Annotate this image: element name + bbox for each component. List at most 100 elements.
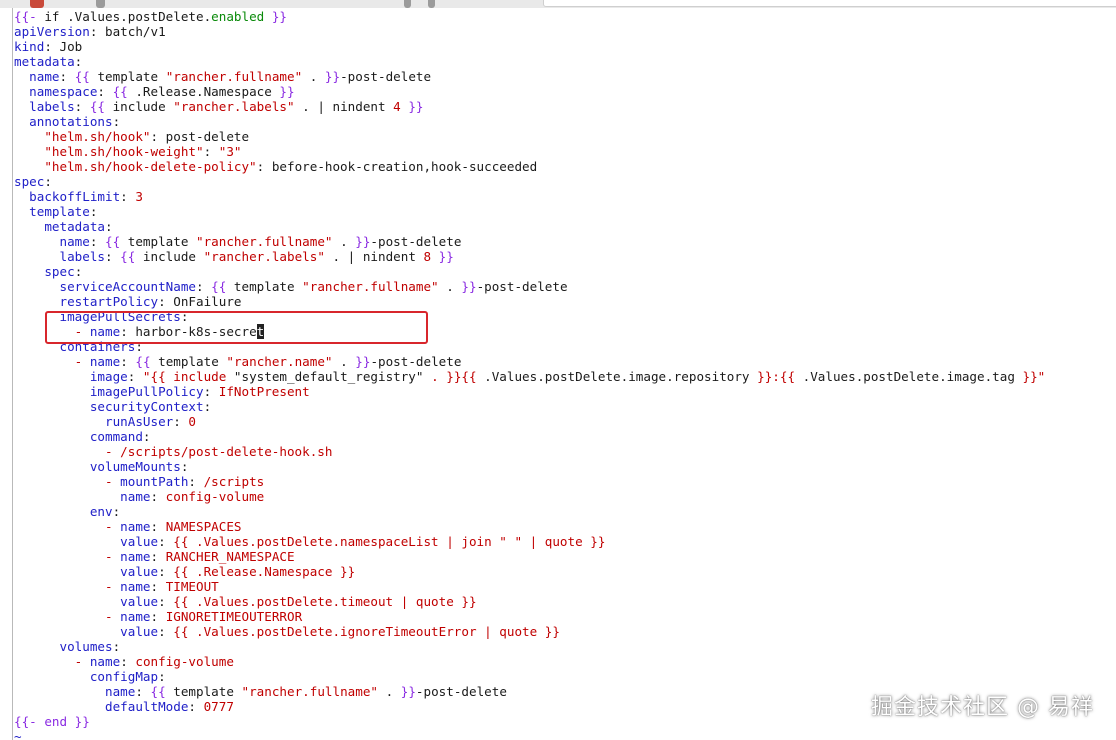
code-line[interactable]: template: (14, 204, 1114, 219)
code-line[interactable]: - name: TIMEOUT (14, 579, 1114, 594)
code-token: metadata (44, 219, 106, 234)
code-token: : (135, 684, 151, 699)
code-token: value (120, 594, 159, 609)
code-token: - (74, 654, 90, 669)
code-line[interactable]: - name: RANCHER_NAMESPACE (14, 549, 1114, 564)
code-token: }} (324, 69, 341, 84)
code-line[interactable]: volumes: (14, 639, 1114, 654)
code-line[interactable]: - name: NAMESPACES (14, 519, 1114, 534)
code-line[interactable]: spec: (14, 264, 1114, 279)
code-line[interactable]: securityContext: (14, 399, 1114, 414)
code-line[interactable]: - name: {{ template "rancher.name" . }}-… (14, 354, 1114, 369)
code-line[interactable]: - name: config-volume (14, 654, 1114, 669)
code-line[interactable]: - name: harbor-k8s-secret (14, 324, 1114, 339)
code-line[interactable]: value: {{ .Values.postDelete.namespaceLi… (14, 534, 1114, 549)
code-token: : (203, 399, 212, 414)
code-line[interactable]: value: {{ .Release.Namespace }} (14, 564, 1114, 579)
code-token: : (112, 639, 121, 654)
code-token: : (150, 579, 166, 594)
code-line[interactable]: namespace: {{ .Release.Namespace }} (14, 84, 1114, 99)
code-line[interactable]: - /scripts/post-delete-hook.sh (14, 444, 1114, 459)
code-line[interactable]: serviceAccountName: {{ template "rancher… (14, 279, 1114, 294)
code-line[interactable]: annotations: (14, 114, 1114, 129)
code-token: NAMESPACES (165, 519, 242, 534)
code-token: template (120, 234, 197, 249)
code-line[interactable]: runAsUser: 0 (14, 414, 1114, 429)
code-token: : (150, 549, 166, 564)
code-token: serviceAccountName (59, 279, 196, 294)
code-line[interactable]: labels: {{ include "rancher.labels" . | … (14, 99, 1114, 114)
code-token: : (74, 99, 90, 114)
code-line[interactable]: command: (14, 429, 1114, 444)
code-line[interactable]: name: {{ template "rancher.fullname" . }… (14, 69, 1114, 84)
tab-active-indicator[interactable] (30, 0, 44, 8)
tab[interactable] (428, 0, 435, 8)
code-token: name (120, 549, 151, 564)
code-token: : (150, 609, 166, 624)
code-line[interactable]: spec: (14, 174, 1114, 189)
code-token: : Job (44, 39, 83, 54)
code-line[interactable]: imagePullPolicy: IfNotPresent (14, 384, 1114, 399)
code-token: }} (279, 84, 295, 99)
code-line[interactable]: value: {{ .Values.postDelete.ignoreTimeo… (14, 624, 1114, 639)
code-token: : (158, 534, 174, 549)
code-token: RANCHER_NAMESPACE (165, 549, 295, 564)
code-line[interactable]: apiVersion: batch/v1 (14, 24, 1114, 39)
code-line[interactable]: restartPolicy: OnFailure (14, 294, 1114, 309)
code-line[interactable]: name: config-volume (14, 489, 1114, 504)
code-token: TIMEOUT (165, 579, 219, 594)
code-line[interactable]: backoffLimit: 3 (14, 189, 1114, 204)
code-token: : (120, 654, 136, 669)
code-token: runAsUser (105, 414, 174, 429)
code-token: metadata (14, 54, 75, 69)
code-token: 8 (423, 249, 432, 264)
tab[interactable] (404, 0, 411, 8)
code-line[interactable]: env: (14, 504, 1114, 519)
code-line[interactable]: containers: (14, 339, 1114, 354)
code-token: : (158, 669, 166, 684)
code-token: {{ .Values.postDelete.timeout | quote }} (173, 594, 477, 609)
code-line[interactable]: name: {{ template "rancher.fullname" . }… (14, 234, 1114, 249)
tab[interactable] (543, 0, 1116, 7)
code-line[interactable]: "helm.sh/hook": post-delete (14, 129, 1114, 144)
code-token: : (120, 189, 136, 204)
code-token: labels (29, 99, 75, 114)
code-line[interactable]: value: {{ .Values.postDelete.timeout | q… (14, 594, 1114, 609)
code-token: containers (59, 339, 136, 354)
code-token: : post-delete (150, 129, 250, 144)
code-line[interactable]: metadata: (14, 54, 1114, 69)
code-token: {{ .Values.postDelete.ignoreTimeoutError… (173, 624, 560, 639)
code-token: name (120, 579, 151, 594)
code-token: : before-hook-creation,hook-succeeded (256, 159, 538, 174)
code-line[interactable]: {{- if .Values.postDelete.enabled }} (14, 9, 1114, 24)
code-line[interactable]: image: "{{ include "system_default_regis… (14, 369, 1114, 384)
code-token: "helm.sh/hook-weight" (44, 144, 204, 159)
code-token: defaultMode (105, 699, 189, 714)
code-line[interactable]: "helm.sh/hook-delete-policy": before-hoo… (14, 159, 1114, 174)
code-token: }} (355, 234, 371, 249)
code-line[interactable]: configMap: (14, 669, 1114, 684)
code-line[interactable]: metadata: (14, 219, 1114, 234)
code-line[interactable]: kind: Job (14, 39, 1114, 54)
code-token: : (44, 174, 52, 189)
code-line[interactable]: labels: {{ include "rancher.labels" . | … (14, 249, 1114, 264)
code-editor[interactable]: {{- if .Values.postDelete.enabled }} apiV… (14, 9, 1114, 739)
code-line[interactable]: volumeMounts: (14, 459, 1114, 474)
code-line[interactable]: - mountPath: /scripts (14, 474, 1114, 489)
code-token: }}:{{ (757, 369, 796, 384)
tab[interactable] (96, 0, 105, 8)
code-line[interactable]: imagePullSecrets: (14, 309, 1114, 324)
code-line[interactable]: - name: IGNORETIMEOUTERROR (14, 609, 1114, 624)
code-line[interactable]: "helm.sh/hook-weight": "3" (14, 144, 1114, 159)
code-token: template (165, 684, 242, 699)
